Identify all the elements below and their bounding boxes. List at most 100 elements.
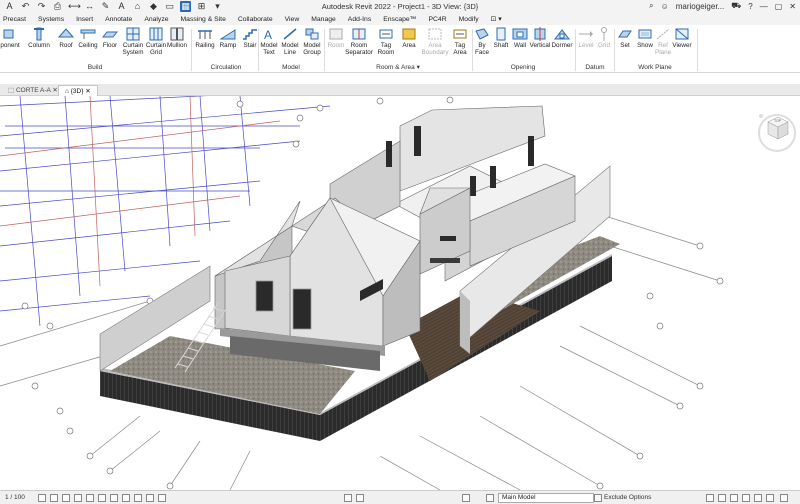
grid-button[interactable]: Grid bbox=[596, 25, 612, 63]
hide-isolate-icon[interactable] bbox=[134, 494, 142, 502]
shadows-icon[interactable] bbox=[74, 494, 82, 502]
minimize-icon[interactable]: — bbox=[760, 2, 768, 11]
window bbox=[470, 176, 476, 196]
worksets-icon[interactable] bbox=[356, 494, 364, 502]
menu-collaborate[interactable]: Collaborate bbox=[232, 14, 279, 25]
by-face-button[interactable]: By Face bbox=[473, 25, 491, 63]
ribbon: ponent Column Roof Ceiling Floor Curtain… bbox=[0, 25, 800, 73]
active-model-select[interactable]: Main Model bbox=[498, 493, 594, 503]
area-button[interactable]: Area bbox=[398, 25, 420, 63]
menu-add-ins[interactable]: Add-Ins bbox=[342, 14, 377, 25]
exclude-options-label[interactable]: Exclude Options bbox=[604, 494, 651, 501]
railing-button[interactable]: Railing bbox=[194, 25, 216, 63]
level-button[interactable]: Level bbox=[577, 25, 595, 63]
tag-room-button[interactable]: Tag Room bbox=[375, 25, 397, 63]
building-model[interactable] bbox=[99, 105, 620, 441]
3d-model-canvas[interactable]: TOP bbox=[0, 96, 800, 490]
menu-view[interactable]: View bbox=[279, 14, 306, 25]
selection-count-icon[interactable] bbox=[780, 494, 788, 502]
rendering-icon[interactable] bbox=[86, 494, 94, 502]
curtain-system-icon bbox=[126, 27, 140, 41]
close-icon[interactable]: ✕ bbox=[789, 2, 796, 11]
viewer-icon bbox=[675, 28, 689, 40]
shaft-button[interactable]: Shaft bbox=[491, 25, 511, 63]
design-options-icon[interactable] bbox=[462, 494, 470, 502]
user-name[interactable]: mariogeiger... bbox=[676, 2, 724, 11]
panel-circulation-label: Circulation bbox=[210, 64, 242, 71]
vertical-button[interactable]: Vertical bbox=[529, 25, 551, 63]
mullion-button[interactable]: Mullion bbox=[166, 25, 188, 63]
column-button[interactable]: Column bbox=[26, 25, 52, 63]
exclude-options-checkbox[interactable] bbox=[594, 494, 602, 502]
ramp-button[interactable]: Ramp bbox=[217, 25, 239, 63]
menu-bar: Precast Systems Insert Annotate Analyze … bbox=[0, 14, 800, 25]
roof-button[interactable]: Roof bbox=[55, 25, 77, 63]
panel-separator bbox=[697, 29, 698, 71]
viewer-button[interactable]: Viewer bbox=[671, 25, 693, 63]
filter-selection-icon[interactable] bbox=[766, 494, 774, 502]
viewcube[interactable]: TOP bbox=[758, 114, 796, 152]
3d-viewport[interactable]: TOP bbox=[0, 96, 800, 490]
menu-modify[interactable]: Modify bbox=[453, 14, 485, 25]
wall-opening-button[interactable]: Wall bbox=[511, 25, 529, 63]
tab-corte-a-a[interactable]: ⬚ CORTE A-A ✕ bbox=[2, 85, 64, 96]
maximize-icon[interactable]: ▢ bbox=[775, 2, 783, 11]
home-view-icon[interactable] bbox=[759, 114, 763, 118]
menu-insert[interactable]: Insert bbox=[70, 14, 99, 25]
model-text-button[interactable]: A Model Text bbox=[258, 25, 280, 63]
model-line-button[interactable]: Model Line bbox=[279, 25, 301, 63]
visual-style-icon[interactable] bbox=[50, 494, 58, 502]
panel-datum-label: Datum bbox=[585, 64, 605, 71]
filter-icon[interactable] bbox=[344, 494, 352, 502]
select-pinned-icon[interactable] bbox=[730, 494, 738, 502]
analytical-model-icon[interactable] bbox=[158, 494, 166, 502]
menu-systems[interactable]: Systems bbox=[32, 14, 70, 25]
curtain-system-button[interactable]: Curtain System bbox=[121, 25, 145, 63]
tab-close-icon[interactable]: ✕ bbox=[85, 88, 90, 95]
menu-manage[interactable]: Manage bbox=[305, 14, 342, 25]
room-separator-button[interactable]: Room Separator bbox=[345, 25, 373, 63]
area-boundary-icon bbox=[428, 28, 442, 40]
component-button[interactable]: ponent bbox=[0, 25, 20, 63]
search-icon[interactable]: ⌕ bbox=[649, 1, 653, 11]
side-wall-right-edge bbox=[460, 291, 470, 354]
model-group-button[interactable]: Model Group bbox=[301, 25, 323, 63]
ref-plane-button[interactable]: Ref Plane bbox=[655, 25, 671, 63]
sun-path-icon[interactable] bbox=[62, 494, 70, 502]
tab-3d[interactable]: ⌂ {3D} ✕ bbox=[58, 85, 98, 96]
menu-precast[interactable]: Precast bbox=[0, 14, 32, 25]
drag-elements-icon[interactable] bbox=[754, 494, 762, 502]
cart-icon[interactable]: ⛟ bbox=[731, 1, 741, 11]
detail-level-icon[interactable] bbox=[38, 494, 46, 502]
crop-view-icon[interactable] bbox=[98, 494, 106, 502]
column-icon bbox=[34, 27, 44, 41]
menu-analyze[interactable]: Analyze bbox=[138, 14, 174, 25]
show-button[interactable]: Show bbox=[635, 25, 655, 63]
help-icon[interactable]: ? bbox=[748, 2, 752, 11]
view-scale[interactable]: 1 / 100 bbox=[5, 494, 25, 501]
ceiling-button[interactable]: Ceiling bbox=[77, 25, 99, 63]
floor-button[interactable]: Floor bbox=[99, 25, 121, 63]
menu-massing-site[interactable]: Massing & Site bbox=[175, 14, 232, 25]
lock-view-icon[interactable] bbox=[122, 494, 130, 502]
dormer-button[interactable]: Dormer bbox=[551, 25, 573, 63]
menu-enscape[interactable]: Enscape™ bbox=[377, 14, 422, 25]
curtain-grid-button[interactable]: Curtain Grid bbox=[145, 25, 167, 63]
user-icon[interactable]: ☺ bbox=[661, 2, 669, 11]
tag-area-button[interactable]: Tag Area bbox=[450, 25, 470, 63]
menu-pc4r[interactable]: PC4R bbox=[422, 14, 452, 25]
select-by-face-icon[interactable] bbox=[742, 494, 750, 502]
window bbox=[440, 236, 456, 241]
ribbon-toggle-icon[interactable]: ⊡ ▾ bbox=[485, 14, 508, 25]
reveal-hidden-icon[interactable] bbox=[146, 494, 154, 502]
select-links-icon[interactable] bbox=[706, 494, 714, 502]
menu-annotate[interactable]: Annotate bbox=[99, 14, 138, 25]
tab-close-icon[interactable]: ✕ bbox=[52, 87, 57, 94]
show-crop-icon[interactable] bbox=[110, 494, 118, 502]
railing-icon bbox=[198, 30, 212, 39]
set-button[interactable]: Set bbox=[616, 25, 634, 63]
editable-only-icon[interactable] bbox=[486, 494, 494, 502]
select-underlay-icon[interactable] bbox=[718, 494, 726, 502]
area-boundary-button[interactable]: Area Boundary bbox=[421, 25, 449, 63]
room-button[interactable]: Room bbox=[326, 25, 346, 63]
